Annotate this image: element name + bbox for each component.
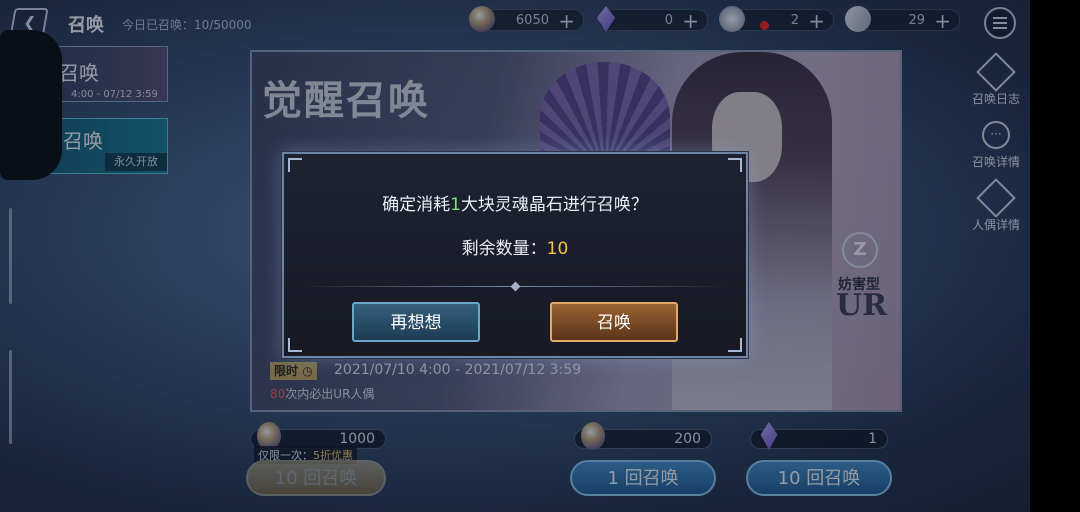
cancel-button[interactable]: 再想想: [352, 302, 480, 342]
confirm-summon-dialog: 确定消耗1大块灵魂晶石进行召唤？ 剩余数量：10 再想想 召唤: [282, 152, 748, 358]
screen-edge: [1030, 0, 1080, 512]
corner-ornament: [288, 338, 302, 352]
remaining-value: 10: [546, 239, 569, 259]
dialog-question: 确定消耗1大块灵魂晶石进行召唤？: [284, 190, 746, 215]
corner-ornament: [728, 338, 742, 352]
question-suffix: 大块灵魂晶石进行召唤？: [460, 195, 648, 215]
question-amount: 1: [450, 195, 461, 215]
question-prefix: 确定消耗: [382, 195, 451, 215]
remaining-count: 剩余数量：10: [284, 234, 746, 259]
game-screen: ❮ 召唤 今日已召唤：10/50000 6050 + 0 + 2 + 29 +: [0, 0, 1080, 512]
divider-diamond: [510, 281, 521, 292]
corner-ornament: [288, 158, 302, 172]
corner-ornament: [728, 158, 742, 172]
remaining-label: 剩余数量：: [461, 239, 547, 259]
confirm-summon-button[interactable]: 召唤: [550, 302, 678, 342]
